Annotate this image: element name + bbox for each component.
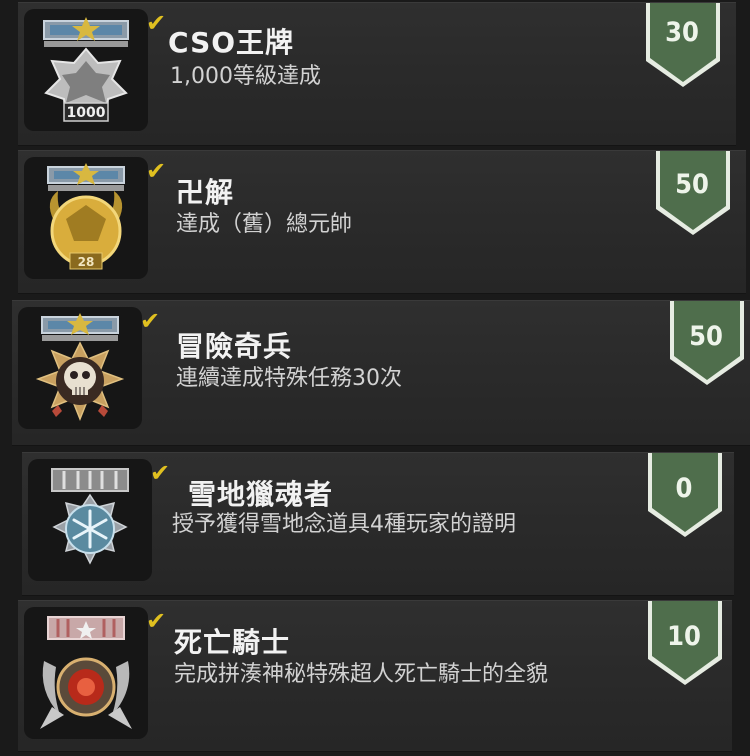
achievement-row[interactable]: ✔ 雪地獵魂者 授予獲得雪地念道具4種玩家的證明 0 bbox=[22, 452, 734, 596]
completed-check-icon: ✔ bbox=[140, 307, 161, 335]
points-value: 50 bbox=[675, 169, 709, 200]
achievement-description: 連續達成特殊任務30次 bbox=[176, 366, 402, 391]
achievement-description: 1,000等級達成 bbox=[170, 64, 321, 89]
medal-level-text: 28 bbox=[78, 255, 95, 269]
achievement-title: 冒險奇兵 bbox=[176, 330, 293, 363]
achievement-description: 達成（舊）總元帥 bbox=[176, 212, 353, 237]
completed-check-icon: ✔ bbox=[146, 9, 167, 37]
achievement-title: 死亡騎士 bbox=[174, 626, 291, 659]
points-value: 10 bbox=[667, 621, 701, 652]
snowflake-medal-icon bbox=[28, 459, 152, 581]
death-knight-medal-icon bbox=[24, 607, 148, 739]
points-value: 50 bbox=[689, 321, 723, 352]
skull-medal-icon bbox=[18, 307, 142, 429]
points-value: 0 bbox=[675, 473, 693, 504]
medal-level-text: 1000 bbox=[67, 105, 106, 121]
achievement-row[interactable]: 1000 ✔ CSO王牌 1,000等級達成 30 bbox=[18, 2, 736, 146]
achievement-description: 授予獲得雪地念道具4種玩家的證明 bbox=[172, 512, 516, 537]
points-badge: 50 bbox=[668, 301, 748, 387]
completed-check-icon: ✔ bbox=[146, 157, 167, 185]
achievement-row[interactable]: ✔ 死亡騎士 完成拼湊神秘特殊超人死亡騎士的全貌 10 bbox=[18, 600, 732, 752]
points-badge: 50 bbox=[654, 151, 734, 237]
achievement-description: 完成拼湊神秘特殊超人死亡騎士的全貌 bbox=[174, 662, 549, 687]
achievement-row[interactable]: 28 ✔ 卍解 達成（舊）總元帥 50 bbox=[18, 150, 746, 294]
achievement-title: 雪地獵魂者 bbox=[188, 478, 334, 511]
completed-check-icon: ✔ bbox=[150, 459, 171, 487]
points-badge: 0 bbox=[646, 453, 726, 539]
points-badge: 30 bbox=[644, 3, 724, 89]
gold-marshal-medal-icon: 28 bbox=[24, 157, 148, 279]
points-value: 30 bbox=[665, 17, 699, 48]
achievement-title: CSO王牌 bbox=[168, 26, 295, 59]
achievements-screen: { "achievements": [ {"title": "CSO王牌", "… bbox=[0, 0, 750, 756]
achievement-title: 卍解 bbox=[176, 176, 235, 209]
points-badge: 10 bbox=[646, 601, 726, 687]
completed-check-icon: ✔ bbox=[146, 607, 167, 635]
achievement-row[interactable]: ✔ 冒險奇兵 連續達成特殊任務30次 50 bbox=[12, 300, 750, 446]
ace-medal-icon: 1000 bbox=[24, 9, 148, 131]
